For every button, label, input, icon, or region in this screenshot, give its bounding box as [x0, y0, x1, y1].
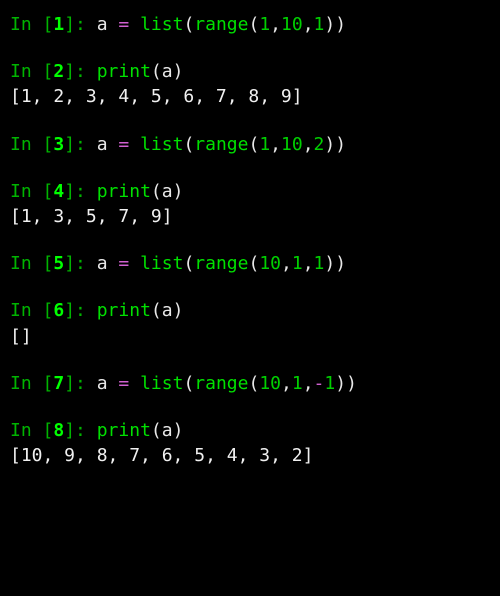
- code-token: =: [118, 134, 129, 155]
- code-token: 1: [314, 253, 325, 274]
- code-token: ): [173, 181, 184, 202]
- input-line: In [4]: print(a): [10, 179, 490, 204]
- output-line: [1, 2, 3, 4, 5, 6, 7, 8, 9]: [10, 84, 490, 109]
- output-line: [10, 9, 8, 7, 6, 5, 4, 3, 2]: [10, 443, 490, 468]
- code-token: range: [194, 134, 248, 155]
- input-prompt: In [3]:: [10, 134, 97, 155]
- code-token: ,: [303, 373, 314, 394]
- code-token: (: [151, 61, 162, 82]
- ipython-cell: In [5]: a = list(range(10,1,1)): [10, 251, 490, 276]
- code-token: 10: [281, 134, 303, 155]
- ipython-cell: In [6]: print(a)[]: [10, 298, 490, 348]
- code-token: )): [324, 134, 346, 155]
- output-line: []: [10, 324, 490, 349]
- input-line: In [7]: a = list(range(10,1,-1)): [10, 371, 490, 396]
- code-token: 1: [259, 14, 270, 35]
- ipython-cell: In [4]: print(a)[1, 3, 5, 7, 9]: [10, 179, 490, 229]
- code-token: =: [118, 14, 129, 35]
- code-token: [129, 373, 140, 394]
- code-token: 10: [259, 373, 281, 394]
- code-token: (: [151, 181, 162, 202]
- code-token: list: [140, 373, 183, 394]
- code-token: print: [97, 300, 151, 321]
- ipython-terminal[interactable]: In [1]: a = list(range(1,10,1))In [2]: p…: [10, 12, 490, 468]
- code-token: [129, 14, 140, 35]
- code-token: [129, 134, 140, 155]
- code-token: a: [162, 420, 173, 441]
- code-token: (: [248, 253, 259, 274]
- code-token: a: [97, 253, 119, 274]
- code-token: (: [183, 253, 194, 274]
- input-prompt: In [7]:: [10, 373, 97, 394]
- code-token: =: [118, 253, 129, 274]
- code-token: ,: [303, 253, 314, 274]
- code-token: ): [173, 61, 184, 82]
- code-token: ): [173, 420, 184, 441]
- input-prompt: In [6]:: [10, 300, 97, 321]
- code-token: (: [248, 134, 259, 155]
- code-token: 1: [324, 373, 335, 394]
- code-token: a: [162, 181, 173, 202]
- input-line: In [2]: print(a): [10, 59, 490, 84]
- code-token: [129, 253, 140, 274]
- code-token: )): [335, 373, 357, 394]
- ipython-cell: In [1]: a = list(range(1,10,1)): [10, 12, 490, 37]
- code-token: 2: [314, 134, 325, 155]
- input-line: In [8]: print(a): [10, 418, 490, 443]
- input-prompt: In [8]:: [10, 420, 97, 441]
- code-token: a: [162, 61, 173, 82]
- input-prompt: In [4]:: [10, 181, 97, 202]
- code-token: ): [173, 300, 184, 321]
- code-token: (: [248, 14, 259, 35]
- code-token: (: [183, 373, 194, 394]
- code-token: print: [97, 181, 151, 202]
- input-line: In [6]: print(a): [10, 298, 490, 323]
- code-token: a: [97, 14, 119, 35]
- code-token: (: [183, 134, 194, 155]
- code-token: ,: [281, 253, 292, 274]
- input-prompt: In [5]:: [10, 253, 97, 274]
- code-token: ,: [303, 14, 314, 35]
- input-prompt: In [2]:: [10, 61, 97, 82]
- code-token: a: [162, 300, 173, 321]
- input-line: In [1]: a = list(range(1,10,1)): [10, 12, 490, 37]
- ipython-cell: In [2]: print(a)[1, 2, 3, 4, 5, 6, 7, 8,…: [10, 59, 490, 109]
- code-token: list: [140, 14, 183, 35]
- input-line: In [5]: a = list(range(10,1,1)): [10, 251, 490, 276]
- code-token: 1: [292, 373, 303, 394]
- code-token: list: [140, 134, 183, 155]
- code-token: 1: [314, 14, 325, 35]
- code-token: range: [194, 14, 248, 35]
- code-token: ,: [270, 14, 281, 35]
- code-token: print: [97, 420, 151, 441]
- code-token: range: [194, 253, 248, 274]
- code-token: ,: [303, 134, 314, 155]
- code-token: (: [183, 14, 194, 35]
- code-token: 1: [259, 134, 270, 155]
- input-line: In [3]: a = list(range(1,10,2)): [10, 132, 490, 157]
- code-token: ,: [281, 373, 292, 394]
- code-token: =: [118, 373, 129, 394]
- code-token: (: [248, 373, 259, 394]
- ipython-cell: In [7]: a = list(range(10,1,-1)): [10, 371, 490, 396]
- code-token: a: [97, 373, 119, 394]
- input-prompt: In [1]:: [10, 14, 97, 35]
- code-token: 10: [281, 14, 303, 35]
- code-token: )): [324, 14, 346, 35]
- code-token: (: [151, 420, 162, 441]
- code-token: print: [97, 61, 151, 82]
- code-token: 10: [259, 253, 281, 274]
- code-token: list: [140, 253, 183, 274]
- ipython-cell: In [3]: a = list(range(1,10,2)): [10, 132, 490, 157]
- code-token: -: [314, 373, 325, 394]
- ipython-cell: In [8]: print(a)[10, 9, 8, 7, 6, 5, 4, 3…: [10, 418, 490, 468]
- code-token: ,: [270, 134, 281, 155]
- code-token: )): [324, 253, 346, 274]
- code-token: range: [194, 373, 248, 394]
- output-line: [1, 3, 5, 7, 9]: [10, 204, 490, 229]
- code-token: (: [151, 300, 162, 321]
- code-token: a: [97, 134, 119, 155]
- code-token: 1: [292, 253, 303, 274]
